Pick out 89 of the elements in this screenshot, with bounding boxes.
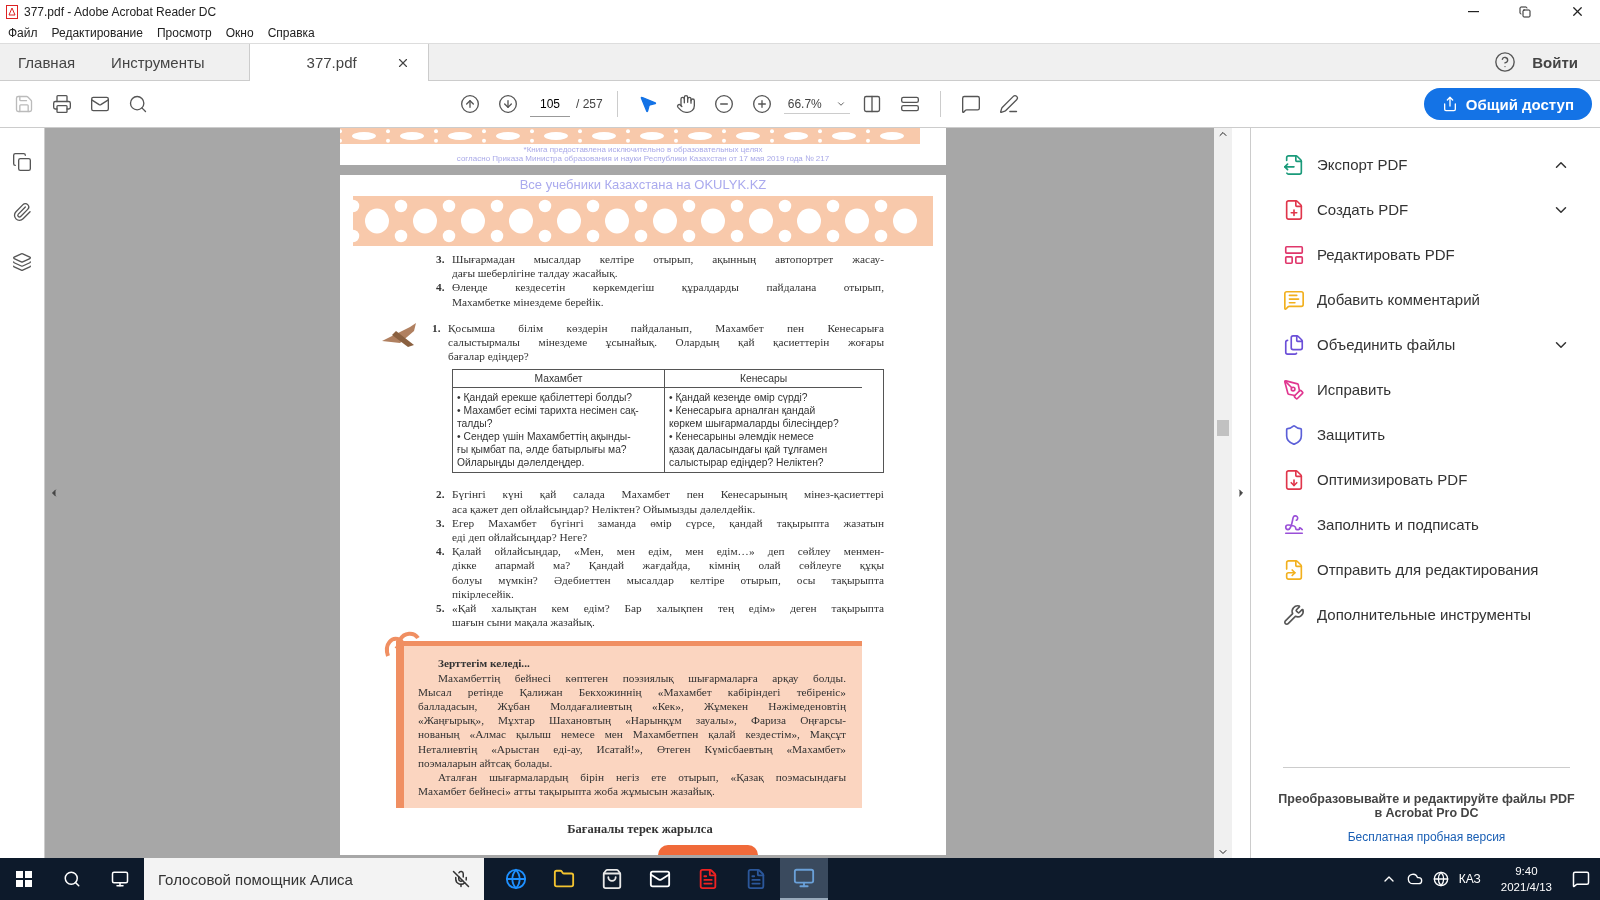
question-number: 3.	[436, 515, 446, 531]
layers-icon	[12, 252, 32, 272]
search-icon	[128, 94, 148, 114]
question-text: Бүгінгі күні қай салада Махамбет пен Кенесарының мінез-қасиеттері аса қажет деп ойлайсыңдар? Неліктен? Ойымызды дәлелдейік.	[452, 487, 884, 516]
hand-icon	[675, 94, 696, 114]
folder-icon	[553, 868, 575, 890]
tab[interactable]: Главная	[0, 44, 94, 80]
tool-item[interactable]: Защитить	[1283, 412, 1570, 457]
minimize-icon	[1467, 10, 1479, 13]
zoom-in-icon	[751, 94, 772, 114]
table-cell: • Қандай кезеңде өмір сүрді? • Кенесарыға арналған қандай көркем шығармаларды білесіңдер? • Кенесарыны әлемдік немесе қазақ даласындағы қай тұлғамен салыстырар едіңдер? Неліктен?	[664, 388, 862, 473]
question-text: Егер Махамбет бүгінгі заманда өмір сүрсе, қандай тақырыпта жазатын еді деп ойлайсыңдар? Неге?	[452, 515, 884, 545]
arrow-up-icon	[460, 94, 480, 114]
question-number: 4.	[436, 280, 446, 296]
question-text: Өлеңде кездесетін көркемдегіш құралдарды пайдалана отырып, Махамбетке мінездеме берейік.	[452, 280, 884, 309]
section-heading: Бағаналы терек жарылса	[566, 822, 714, 837]
pages-icon	[12, 152, 32, 172]
question-text: Шығармадан мысалдар келтіре отырып, ақынның автопортрет жасау- дағы шеберлігіне талдау жасайық.	[452, 252, 884, 281]
free-trial-link[interactable]: Бесплатная пробная версия	[1347, 830, 1506, 844]
notifications-icon[interactable]	[1572, 870, 1590, 888]
scroll-pages-icon	[899, 94, 920, 114]
tool-item[interactable]: Редактировать PDF	[1283, 232, 1570, 277]
tool-item[interactable]: Объединить файлы	[1283, 322, 1570, 367]
document-icon	[745, 868, 767, 890]
task-view-icon	[111, 870, 129, 888]
menu-item[interactable]: Редактирование	[51, 26, 143, 40]
scrollbar[interactable]	[1214, 128, 1232, 858]
language-indicator[interactable]: КАЗ	[1458, 872, 1481, 886]
search-icon	[63, 870, 81, 888]
comment-icon	[960, 94, 981, 114]
zoom-out-icon	[713, 94, 734, 114]
share-button[interactable]: Общий доступ	[1423, 88, 1592, 120]
windows-logo-icon	[16, 871, 32, 887]
question-text: Қосымша білім көздерін пайдаланып, Махамбет пен Кенесарыға салыстырмалы мінездеме ұсынайық. Олардың қай қасиеттерін жоғары бағалар едіңдер?	[448, 320, 884, 364]
question-number: 5.	[436, 601, 446, 617]
table-header: Махамбет	[453, 370, 664, 389]
menu-item[interactable]: Справка	[267, 26, 315, 40]
tab[interactable]: 377.pdf	[248, 44, 429, 81]
restore-icon	[1519, 5, 1531, 18]
tool-item[interactable]: Создать PDF	[1283, 187, 1570, 232]
box-title: Зерттегім келеді...	[437, 656, 531, 671]
menu-item[interactable]: Просмотр	[156, 26, 212, 40]
table-header: Кенесары	[664, 370, 862, 389]
tool-item[interactable]: Экспорт PDF	[1283, 142, 1570, 187]
tool-item[interactable]: Отправить для редактирования	[1283, 547, 1570, 592]
promo-text: Преобразовывайте и редактируйте файлы PDF в Acrobat Pro DC	[1277, 792, 1576, 820]
paperclip-icon	[12, 202, 32, 222]
clock[interactable]: 9:40 2021/4/13	[1500, 863, 1552, 895]
tool-item[interactable]: Оптимизировать PDF	[1283, 457, 1570, 502]
network-icon[interactable]	[1432, 871, 1449, 887]
tool-item[interactable]: Дополнительные инструменты	[1283, 592, 1570, 637]
question-text: «Қай халықтан кем едім? Бар халықпен тең едім» деген тақырыпта шағын сыни мақала жазайық.	[452, 601, 884, 630]
question-number: 1.	[432, 320, 442, 336]
help-icon	[1494, 51, 1517, 73]
envelope-icon	[649, 868, 671, 890]
page-total: / 257	[576, 97, 603, 111]
cloud-icon[interactable]	[1406, 871, 1423, 887]
menu-item[interactable]: Окно	[225, 26, 254, 40]
question-number: 3.	[436, 252, 446, 267]
shopping-bag-icon	[601, 868, 623, 890]
pdf-app-icon	[6, 4, 18, 19]
envelope-icon	[90, 94, 110, 114]
tool-item[interactable]: Исправить	[1283, 367, 1570, 412]
document-icon	[697, 868, 719, 890]
printer-icon	[52, 94, 72, 114]
sign-in-button[interactable]: Войти	[1522, 44, 1600, 80]
monitor-icon	[793, 867, 815, 889]
zoom-dropdown[interactable]: 66.7%	[783, 94, 850, 114]
tool-item[interactable]: Заполнить и подписать	[1283, 502, 1570, 547]
assistant-search-field[interactable]: Голосовой помощник Алиса	[144, 858, 484, 900]
box-paragraph: Махамбеттің бейнесі көптеген поэзиялық шығармаларға арқау болды. Мысал ретінде Қалижан Бекхожиннің «Махамбет кабіріндегі тебіреніс» балладасын, Жұбан Молдағалиевтың «Кек», Жұмекен Нәжімеденовтің «Жаңғырық», Мұхтар Шахановтың «Нарынқұм зауалы», Фариза Оңғарсы- нованың «Алмас қылыш немесе мен Махамбетпен қалай кездестім», Мақсұт Неталиевтің «Арыстан еді-ау, Исатай!», Өтеген Күмісбаевтың «Махамбет» поэмаларын айтсақ болады.	[418, 670, 846, 771]
page-layout-icon	[861, 94, 882, 114]
watermark-text: Все учебники Казахстана на OKULYK.KZ	[518, 176, 768, 192]
pen-icon	[998, 94, 1019, 114]
page-notice: *Книга предоставлена исключительно в образовательных целях согласно Приказа Министра образования и науки Республики Казахстан от 17 мая 2019 года № 217	[455, 144, 831, 165]
globe-icon	[505, 868, 527, 890]
scrollbar-thumb[interactable]	[1217, 420, 1229, 436]
box-paragraph: Аталған шығармалардың бірін негіз ете отырып, «Қазақ поэмасындағы Махамбет бейнесі» атты тақырыпта жоба жұмысын жазайық.	[418, 770, 846, 799]
tool-item[interactable]: Добавить комментарий	[1283, 277, 1570, 322]
arrow-down-icon	[498, 94, 518, 114]
table-cell-text: • Қандай ерекше қабілеттері болды? • Махамбет есімі тарихта несімен сақ- талды? • Сендер үшін Махамбеттің ақынды- ғы қымбат па, әлде батырлығы ма? Ойларыңды дәлелдеңдер.	[456, 391, 640, 471]
window-title: 377.pdf - Adobe Acrobat Reader DC	[24, 4, 218, 19]
question-number: 4.	[436, 544, 446, 560]
question-number: 2.	[436, 487, 446, 503]
share-icon	[1441, 96, 1458, 112]
menu-item[interactable]: Файл	[8, 26, 38, 40]
tab[interactable]: Инструменты	[93, 44, 223, 80]
microphone-off-icon	[452, 870, 470, 888]
question-text: Қалай ойлайсыңдар, «Мен, мен едім, мен едім…» деп сөйлеу менмен- дікке апармай ма? Қандай жағдайда, кімнің олай сөйлеуге құқы болуы мүмкін? Әдебиеттен мысалдар келтіре отырып, осы тақырыпта пікірлесейік.	[452, 544, 884, 602]
